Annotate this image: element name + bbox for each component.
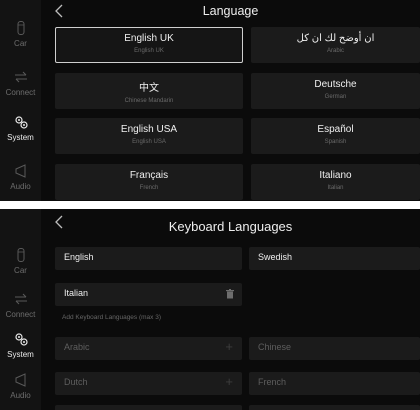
keyboard-language-name: Italian (64, 288, 89, 298)
sidebar-item-system[interactable]: System (0, 323, 41, 367)
add-keyboard-languages-label: Add Keyboard Languages (max 3) (62, 314, 162, 321)
sidebar-item-audio[interactable]: Audio (0, 364, 41, 408)
add-plus-icon: + (225, 339, 233, 354)
sidebar-label: Connect (5, 310, 36, 319)
sidebar-item-connect[interactable]: Connect (0, 61, 41, 105)
trash-icon[interactable] (226, 289, 234, 299)
language-option-italian[interactable]: Italiano Italian (251, 164, 420, 200)
language-name: English UK (124, 33, 174, 44)
language-subtitle: Chinese Mandarin (124, 98, 174, 104)
sidebar-label: Connect (5, 88, 36, 97)
sidebar-item-connect[interactable]: Connect (0, 283, 41, 327)
add-plus-icon: + (225, 374, 233, 389)
sidebar-item-car[interactable]: Car (0, 12, 41, 56)
language-option-arabic[interactable]: ان أوضح لك ان كل Arabic (251, 27, 420, 63)
sidebar-label: System (7, 350, 34, 359)
keyboard-language-english[interactable]: English (55, 247, 242, 270)
sidebar-label: Car (14, 39, 27, 48)
language-option-english-usa[interactable]: English USA English USA (55, 118, 243, 154)
language-name: Deutsche (314, 79, 357, 90)
header: Language (41, 0, 420, 22)
sidebar-item-system[interactable]: System (0, 106, 41, 150)
available-language-row[interactable] (249, 405, 420, 410)
language-name: Italiano (319, 170, 352, 181)
speaker-icon (15, 164, 25, 178)
sidebar: Car Connect System Audio (0, 0, 41, 201)
page-title: Language (202, 4, 259, 18)
language-name: Français (129, 170, 169, 181)
keyboard-language-name: English (64, 252, 94, 262)
sidebar-label: Audio (10, 391, 31, 400)
language-subtitle: Italian (327, 185, 344, 191)
sidebar-item-audio[interactable]: Audio (0, 155, 41, 199)
available-language-french[interactable]: French (249, 372, 420, 395)
keyboard-languages-screen: Car Connect System Audio Keyboard Langua… (0, 209, 420, 410)
gears-icon (14, 116, 28, 129)
language-subtitle: English USA (132, 139, 166, 145)
language-name: English USA (120, 124, 178, 135)
connect-arrows-icon (14, 71, 27, 83)
keyboard-language-name: Chinese (258, 342, 292, 352)
language-option-german[interactable]: Deutsche German (251, 73, 420, 109)
car-icon (17, 248, 24, 262)
car-icon (17, 21, 24, 35)
available-language-dutch[interactable]: Dutch + (55, 372, 242, 395)
language-option-spanish[interactable]: Español Spanish (251, 118, 420, 154)
language-subtitle: Arabic (326, 48, 344, 54)
keyboard-language-name: Arabic (64, 342, 90, 352)
language-name: 中文 (139, 83, 159, 94)
available-language-row[interactable] (55, 405, 242, 410)
language-name: Español (317, 124, 354, 135)
sidebar-item-car[interactable]: Car (0, 239, 41, 283)
keyboard-language-swedish[interactable]: Swedish (249, 247, 420, 270)
language-subtitle: English UK (134, 48, 164, 54)
keyboard-language-italian[interactable]: Italian (55, 283, 242, 306)
sidebar-label: Audio (10, 182, 31, 191)
language-subtitle: German (324, 94, 347, 100)
connect-arrows-icon (14, 293, 27, 305)
sidebar-label: Car (14, 266, 27, 275)
sidebar-label: System (7, 133, 34, 142)
header: Keyboard Languages (41, 209, 420, 235)
sidebar: Car Connect System Audio (0, 209, 41, 410)
language-subtitle: French (139, 185, 159, 191)
gears-icon (14, 333, 28, 346)
keyboard-language-name: Dutch (64, 377, 88, 387)
speaker-icon (15, 373, 25, 387)
page-title: Keyboard Languages (168, 219, 293, 234)
language-subtitle: Spanish (324, 139, 347, 145)
available-language-chinese[interactable]: Chinese (249, 337, 420, 360)
language-name: ان أوضح لك ان كل (296, 33, 375, 44)
available-language-arabic[interactable]: Arabic + (55, 337, 242, 360)
language-option-french[interactable]: Français French (55, 164, 243, 200)
keyboard-language-name: Swedish (258, 252, 293, 262)
language-option-english-uk[interactable]: English UK English UK (55, 27, 243, 63)
language-screen: Car Connect System Audio Language Englis… (0, 0, 420, 201)
language-option-chinese[interactable]: 中文 Chinese Mandarin (55, 73, 243, 109)
keyboard-language-name: French (258, 377, 287, 387)
